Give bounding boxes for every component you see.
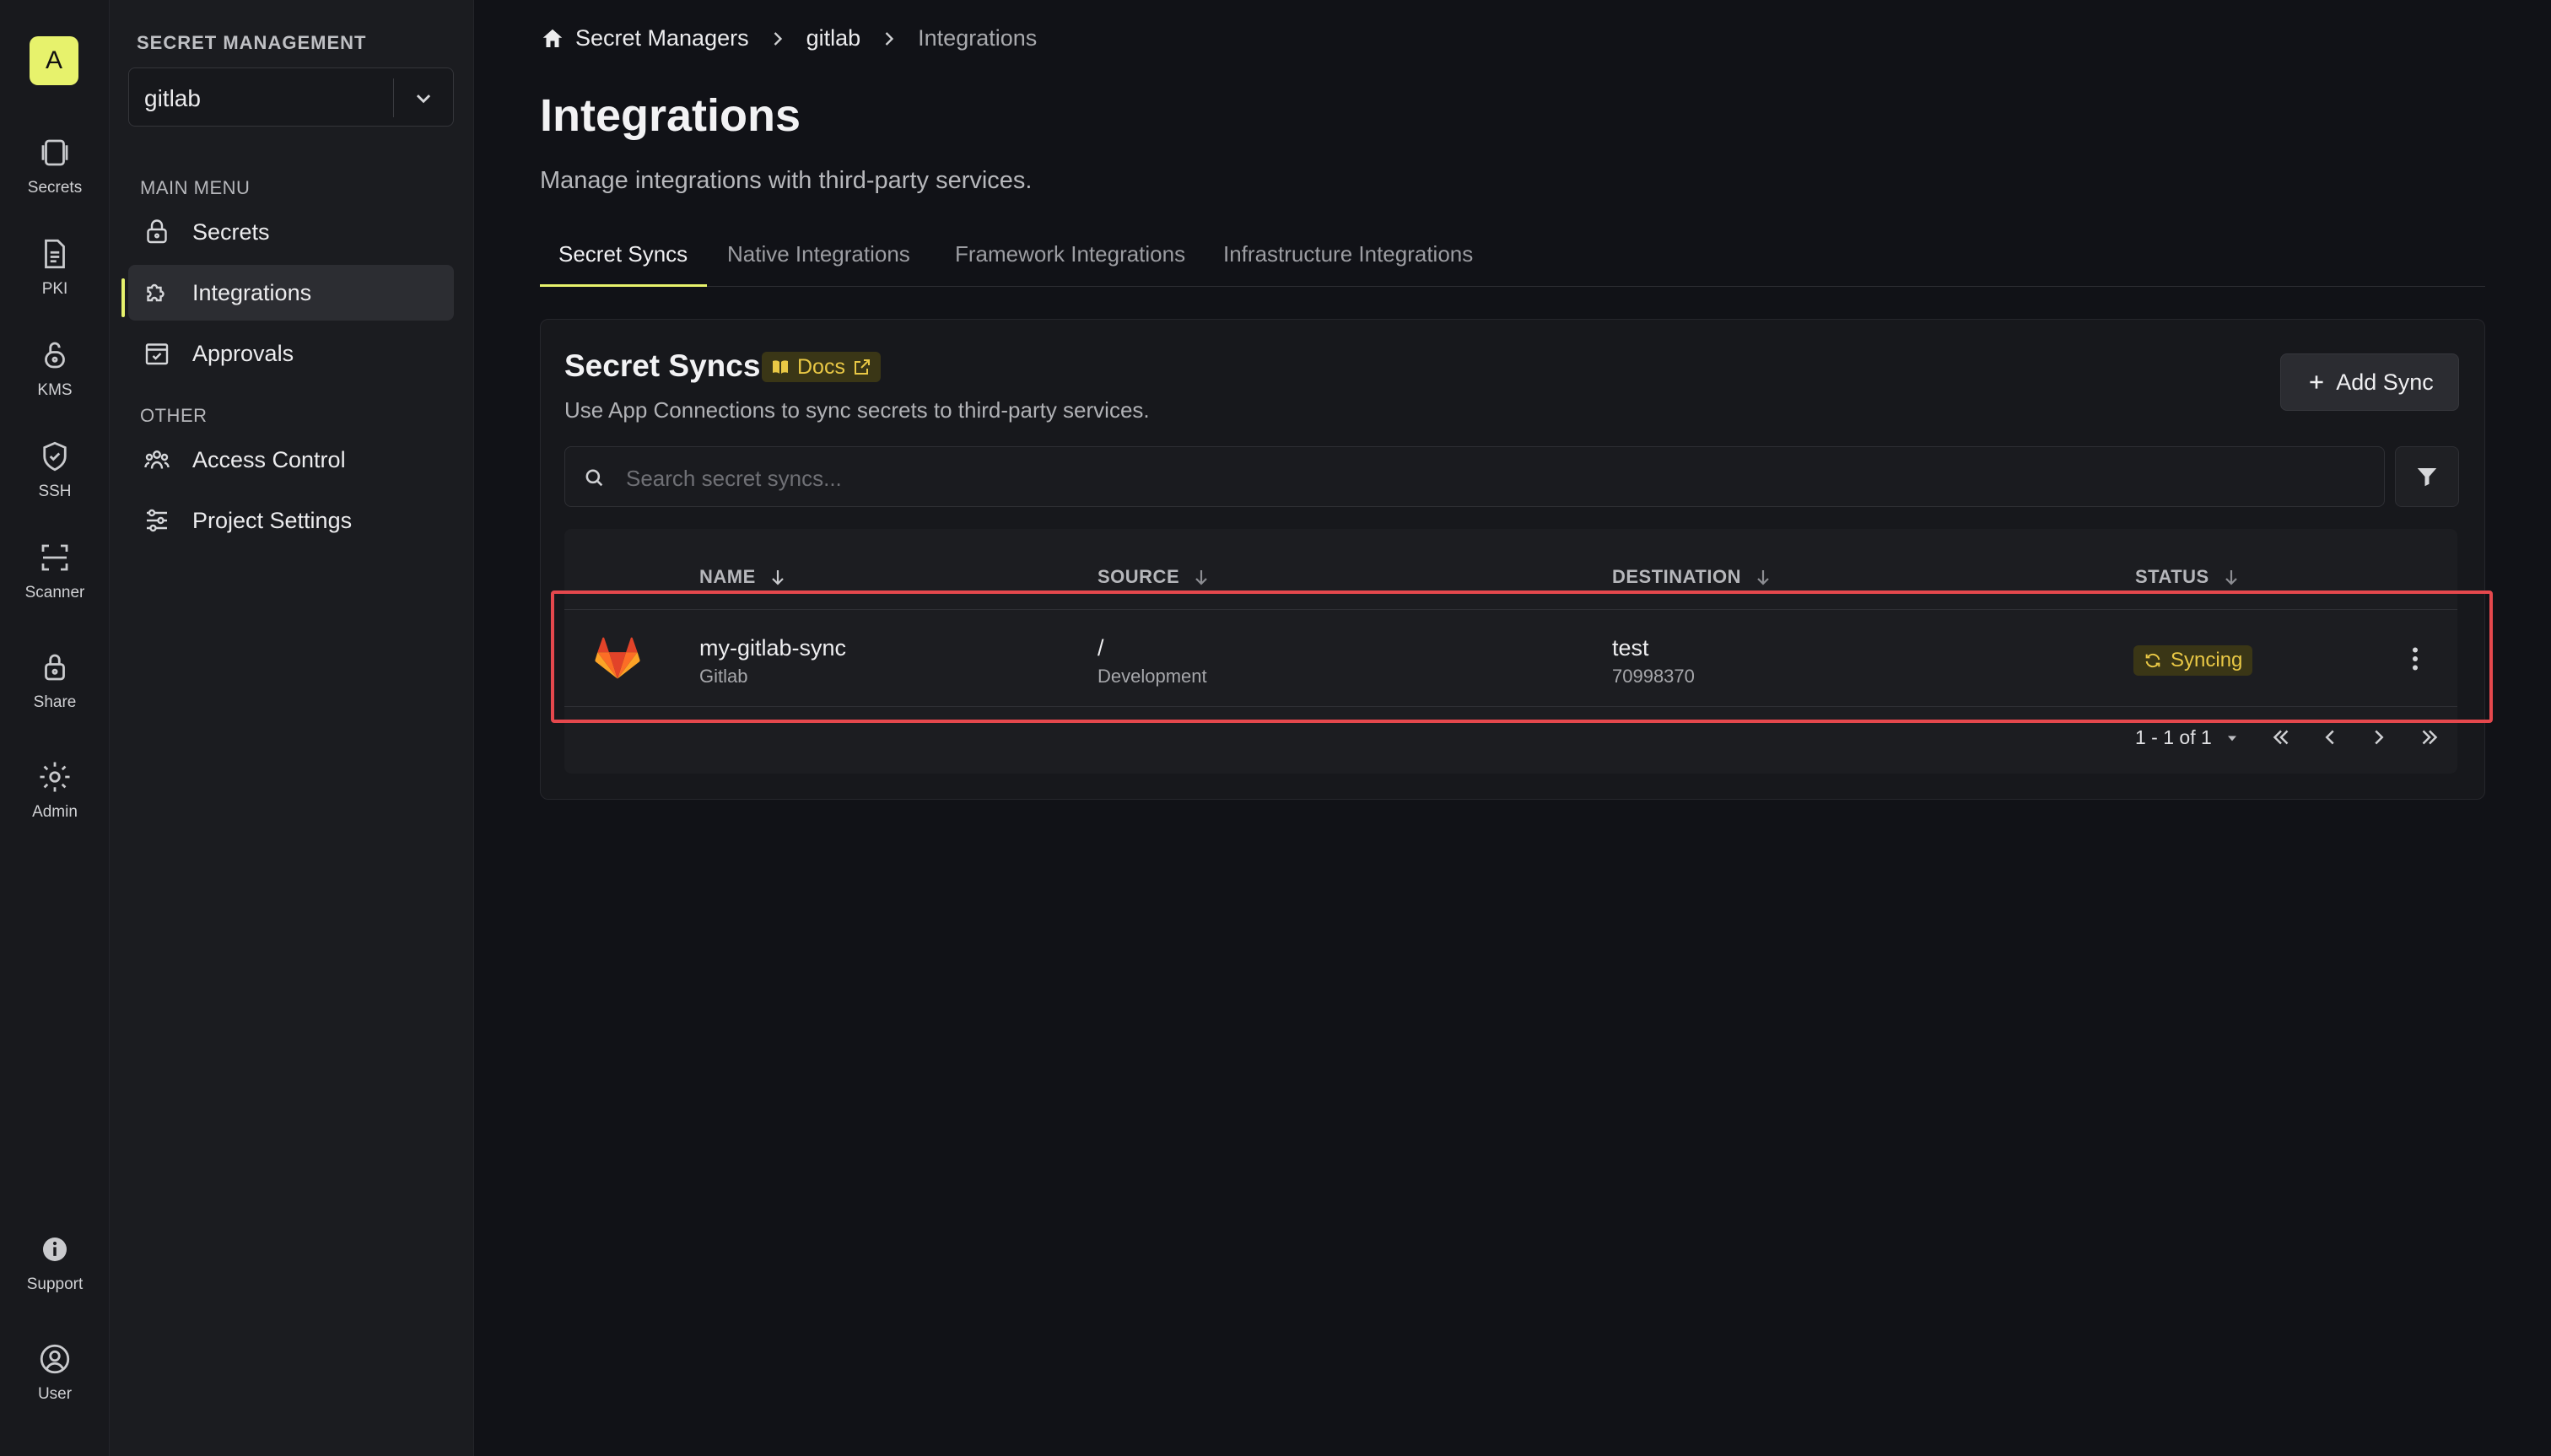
breadcrumb: Secret Managers gitlab Integrations [540,25,1037,51]
users-icon [144,450,170,469]
last-page-icon[interactable] [2417,725,2442,750]
chevron-right-icon [885,31,894,46]
rail-item-scanner[interactable]: Scanner [0,540,110,602]
secret-syncs-card: Secret Syncs Docs Use App Connections to… [540,319,2485,800]
column-header-source[interactable]: SOURCE [1098,566,1211,588]
select-divider [393,78,394,117]
search-placeholder: Search secret syncs... [626,466,842,491]
arrow-down-icon [1195,570,1207,585]
tab-active-underline [540,284,707,287]
column-header-destination[interactable]: DESTINATION [1612,566,1773,588]
sidebar-item-integrations[interactable]: Integrations [128,265,454,321]
main-menu-label: MAIN MENU [140,177,251,198]
info-icon [43,1238,67,1261]
card-subtitle: Use App Connections to sync secrets to t… [564,397,1150,423]
rail-item-support[interactable]: Support [0,1232,110,1294]
filter-icon [2417,468,2437,487]
lock-open-icon [45,342,65,369]
rail-item-kms[interactable]: KMS [0,337,110,400]
active-indicator [121,278,125,317]
rail-item-share[interactable]: Share [0,650,110,712]
sidebar-item-approvals[interactable]: Approvals [128,326,454,381]
rail-item-pki[interactable]: PKI [0,236,110,299]
arrow-down-icon [772,570,784,585]
card-title: Secret Syncs [564,348,761,383]
page-title: Integrations [540,90,801,141]
row-highlight-annotation [551,590,2493,723]
rail-item-ssh[interactable]: SSH [0,439,110,501]
docs-link[interactable]: Docs [762,352,881,382]
gear-icon [40,762,70,792]
scan-icon [41,544,68,571]
column-header-name[interactable]: NAME [699,566,788,588]
rail-item-secrets[interactable]: Secrets [0,135,110,197]
add-sync-button[interactable]: Add Sync [2280,353,2459,411]
search-input[interactable]: Search secret syncs... [564,446,2385,507]
filter-button[interactable] [2395,446,2459,507]
chevron-down-icon[interactable] [409,84,438,112]
rail-item-admin[interactable]: Admin [0,759,110,822]
other-label: OTHER [140,405,208,426]
project-select-value: gitlab [144,85,201,111]
project-select[interactable]: gitlab [128,67,454,127]
next-page-icon[interactable] [2366,725,2392,750]
shield-icon [43,441,67,472]
first-page-icon[interactable] [2268,725,2294,750]
secrets-icon [41,139,68,166]
calendar-check-icon [145,343,169,365]
page-subtitle: Manage integrations with third-party ser… [540,167,1033,194]
tab-bar: Secret Syncs Native Integrations Framewo… [540,236,2485,287]
sliders-icon [147,509,167,532]
breadcrumb-current: Integrations [918,25,1038,51]
home-icon[interactable] [540,26,565,51]
external-link-icon [854,359,870,375]
tab-native-integrations[interactable]: Native Integrations [727,241,910,267]
rail-item-user[interactable]: User [0,1341,110,1404]
sidebar-item-project-settings[interactable]: Project Settings [128,493,454,548]
lock-icon [45,654,65,681]
caret-down-icon [2227,736,2236,741]
pagination-per-page[interactable]: 1 - 1 of 1 [2135,726,2241,749]
puzzle-icon [147,283,164,302]
org-avatar[interactable]: A [30,36,78,85]
icon-rail: A Secrets PKI KMS SSH Scanner Share Admi… [0,0,110,1456]
sidebar-item-secrets[interactable]: Secrets [128,204,454,260]
breadcrumb-secret-managers[interactable]: Secret Managers [575,25,749,51]
docs-label: Docs [797,354,845,379]
lock-icon [147,219,167,244]
plus-icon [2310,375,2323,389]
tab-framework-integrations[interactable]: Framework Integrations [955,241,1185,267]
tab-infrastructure-integrations[interactable]: Infrastructure Integrations [1223,241,1473,267]
arrow-down-icon [2225,570,2237,585]
breadcrumb-project[interactable]: gitlab [806,25,861,51]
main-content: Secret Managers gitlab Integrations Inte… [474,0,2551,1456]
chevron-right-icon [774,31,782,46]
sidebar-heading: SECRET MANAGEMENT [137,32,367,53]
column-header-status[interactable]: STATUS [2135,566,2241,588]
sidebar-item-access-control[interactable]: Access Control [128,432,454,488]
pagination-range: 1 - 1 of 1 [2135,726,2212,748]
previous-page-icon[interactable] [2317,725,2343,750]
book-icon [773,360,788,374]
project-sidebar: SECRET MANAGEMENT gitlab MAIN MENU Secre… [110,0,474,1456]
tab-secret-syncs[interactable]: Secret Syncs [558,241,688,267]
user-icon [40,1344,70,1374]
search-icon [585,469,603,487]
arrow-down-icon [1757,570,1769,585]
document-icon [45,239,65,269]
